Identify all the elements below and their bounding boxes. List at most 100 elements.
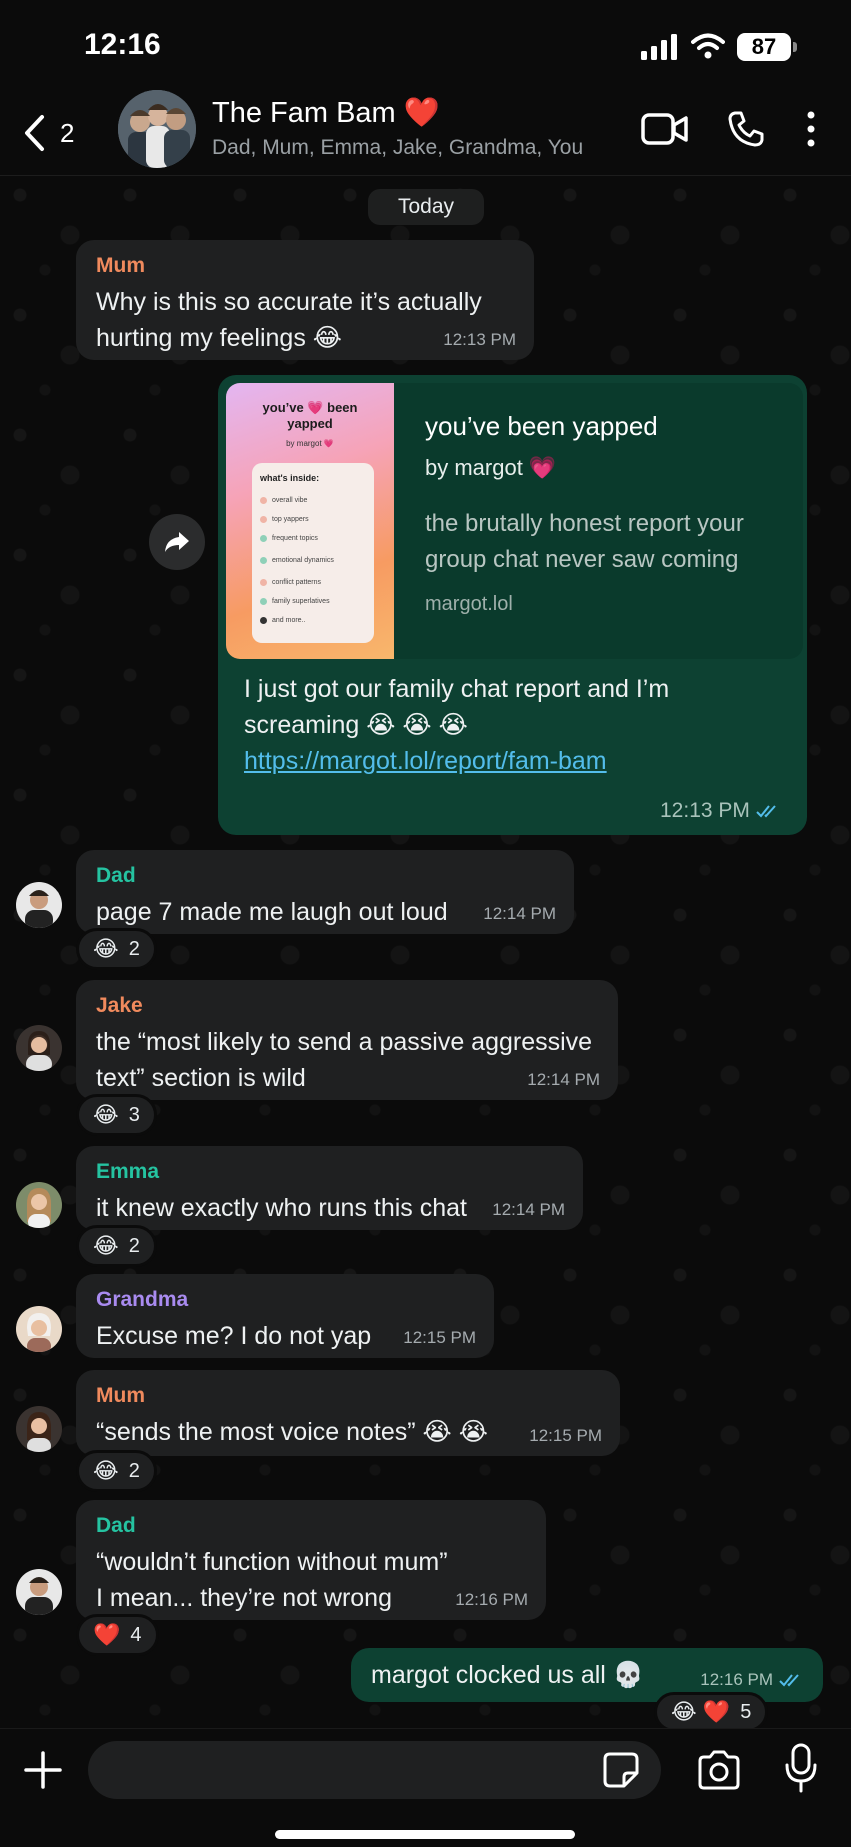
thumbnail-item: emotional dynamics [260, 548, 366, 573]
reaction-badge[interactable]: ❤️ 4 [76, 1614, 159, 1656]
avatar[interactable] [16, 1182, 62, 1228]
link-preview-title: you’ve been yapped [425, 411, 658, 441]
camera-icon[interactable] [696, 1749, 742, 1791]
back-button[interactable]: 2 [22, 108, 92, 158]
thumbnail-byline: by margot 💗 [286, 439, 334, 448]
message-time: 12:15 PM [529, 1426, 602, 1445]
more-options-icon[interactable] [804, 110, 818, 148]
thumbnail-item: and more.. [260, 611, 366, 630]
link-preview-thumbnail: you’ve 💗 been yapped by margot 💗 what's … [226, 383, 394, 659]
reaction-emoji: 😂 [93, 936, 119, 961]
reaction-badge[interactable]: 😂 2 [76, 928, 157, 970]
message-text: the “most likely to send a passive aggre… [96, 1028, 593, 1056]
avatar[interactable] [16, 1025, 62, 1071]
reaction-count: 2 [128, 1459, 140, 1482]
group-title[interactable]: The Fam Bam ❤️ [212, 96, 440, 130]
message-text: “wouldn’t function without mum” [96, 1548, 448, 1576]
forward-icon [165, 532, 189, 552]
date-divider: Today [368, 189, 484, 225]
chevron-left-icon [25, 115, 44, 151]
message-time: 12:14 PM [527, 1070, 600, 1089]
message-text: screaming 😭 😭 😭 [244, 711, 468, 739]
sender-name: Mum [96, 254, 145, 277]
thumbnail-item: family superlatives [260, 592, 366, 611]
thumbnail-item: frequent topics [260, 529, 366, 548]
message-text: text” section is wild [96, 1064, 306, 1092]
message-text: I just got our family chat report and I’… [244, 675, 670, 703]
reaction-count: 2 [128, 1234, 140, 1257]
sender-name: Dad [96, 1514, 136, 1537]
thumbnail-card-title: what's inside: [260, 473, 320, 483]
thumbnail-item: top yappers [260, 510, 366, 529]
message-time: 12:13 PM [443, 330, 516, 349]
reaction-count: 4 [130, 1623, 142, 1646]
message-bubble[interactable]: Dad page 7 made me laugh out loud 12:14 … [76, 850, 574, 934]
message-body: I just got our family chat report and I’… [244, 671, 794, 779]
link-preview[interactable]: you’ve 💗 been yapped by margot 💗 what's … [226, 383, 803, 659]
message-text: Why is this so accurate it’s actually [96, 288, 482, 316]
read-receipt-icon [756, 805, 776, 818]
message-input[interactable] [110, 1741, 590, 1799]
message-bubble[interactable]: Dad “wouldn’t function without mum” I me… [76, 1500, 546, 1620]
read-receipt-icon [779, 1674, 799, 1687]
avatar[interactable] [16, 1306, 62, 1352]
sender-name: Emma [96, 1160, 160, 1183]
reaction-count: 2 [128, 937, 140, 960]
thumbnail-item: overall vibe [260, 491, 366, 510]
avatar[interactable] [16, 1569, 62, 1615]
battery-indicator: 87 [737, 33, 797, 61]
status-time: 12:16 [84, 28, 161, 61]
group-avatar[interactable] [118, 90, 196, 168]
message-bubble[interactable]: Jake the “most likely to send a passive … [76, 980, 618, 1100]
sender-name: Mum [96, 1384, 145, 1407]
video-call-icon[interactable] [641, 112, 689, 146]
reaction-emoji: ❤️ [93, 1622, 121, 1647]
status-bar: 12:16 87 [0, 0, 851, 90]
reaction-emoji: 😂 [93, 1458, 119, 1483]
message-link[interactable]: https://margot.lol/report/fam-bam [244, 743, 794, 779]
phone-call-icon[interactable] [727, 110, 765, 148]
signal-icon [641, 34, 677, 60]
reaction-emoji: 😂 [93, 1102, 119, 1127]
message-bubble[interactable]: Grandma Excuse me? I do not yap 12:15 PM [76, 1274, 494, 1358]
microphone-icon[interactable] [784, 1743, 818, 1793]
reaction-badge[interactable]: 😂 2 [76, 1225, 157, 1267]
reaction-emoji: 😂 [93, 1233, 119, 1258]
reaction-badge[interactable]: 😂 3 [76, 1094, 157, 1136]
thumbnail-item: conflict patterns [260, 573, 366, 592]
unread-count: 2 [60, 117, 75, 148]
reaction-count: 5 [740, 1700, 752, 1723]
avatar[interactable] [16, 882, 62, 928]
home-indicator[interactable] [275, 1830, 575, 1839]
link-preview-description: the brutally honest report your group ch… [425, 510, 744, 573]
link-preview-byline: by margot 💗 [425, 455, 557, 480]
message-time: 12:16 PM [455, 1590, 528, 1609]
sender-name: Jake [96, 994, 143, 1017]
wifi-icon [691, 33, 725, 59]
thumbnail-card: what's inside: overall vibe top yappers … [252, 463, 374, 643]
chat-header: 2 The Fam Bam ❤️ Dad, Mum, Emma, Jake, G… [0, 90, 851, 176]
message-time: 12:15 PM [403, 1328, 476, 1347]
reaction-count: 3 [128, 1103, 140, 1126]
group-members: Dad, Mum, Emma, Jake, Grandma, You [212, 136, 584, 159]
forward-button[interactable] [149, 514, 205, 570]
message-text: “sends the most voice notes” 😭 😭 [96, 1418, 488, 1446]
sender-name: Dad [96, 864, 136, 887]
reaction-badge[interactable]: 😂 ❤️ 5 [654, 1692, 769, 1732]
avatar[interactable] [16, 1406, 62, 1452]
sticker-icon[interactable] [602, 1751, 640, 1789]
thumbnail-title: you’ve 💗 been yapped [262, 400, 358, 431]
message-time: 12:16 PM [700, 1670, 805, 1690]
message-input-container [88, 1741, 661, 1799]
reaction-emoji: 😂 ❤️ [671, 1699, 731, 1724]
message-time: 12:14 PM [492, 1200, 565, 1219]
message-bubble[interactable]: Emma it knew exactly who runs this chat … [76, 1146, 583, 1230]
message-time: 12:13 PM [660, 799, 782, 823]
message-time: 12:14 PM [483, 904, 556, 923]
message-bubble[interactable]: Mum “sends the most voice notes” 😭 😭 12:… [76, 1370, 620, 1456]
reaction-badge[interactable]: 😂 2 [76, 1450, 157, 1492]
plus-icon[interactable] [22, 1749, 64, 1791]
sender-name: Grandma [96, 1288, 189, 1311]
link-preview-domain: margot.lol [425, 593, 513, 615]
message-bubble[interactable]: Mum Why is this so accurate it’s actuall… [76, 240, 534, 360]
